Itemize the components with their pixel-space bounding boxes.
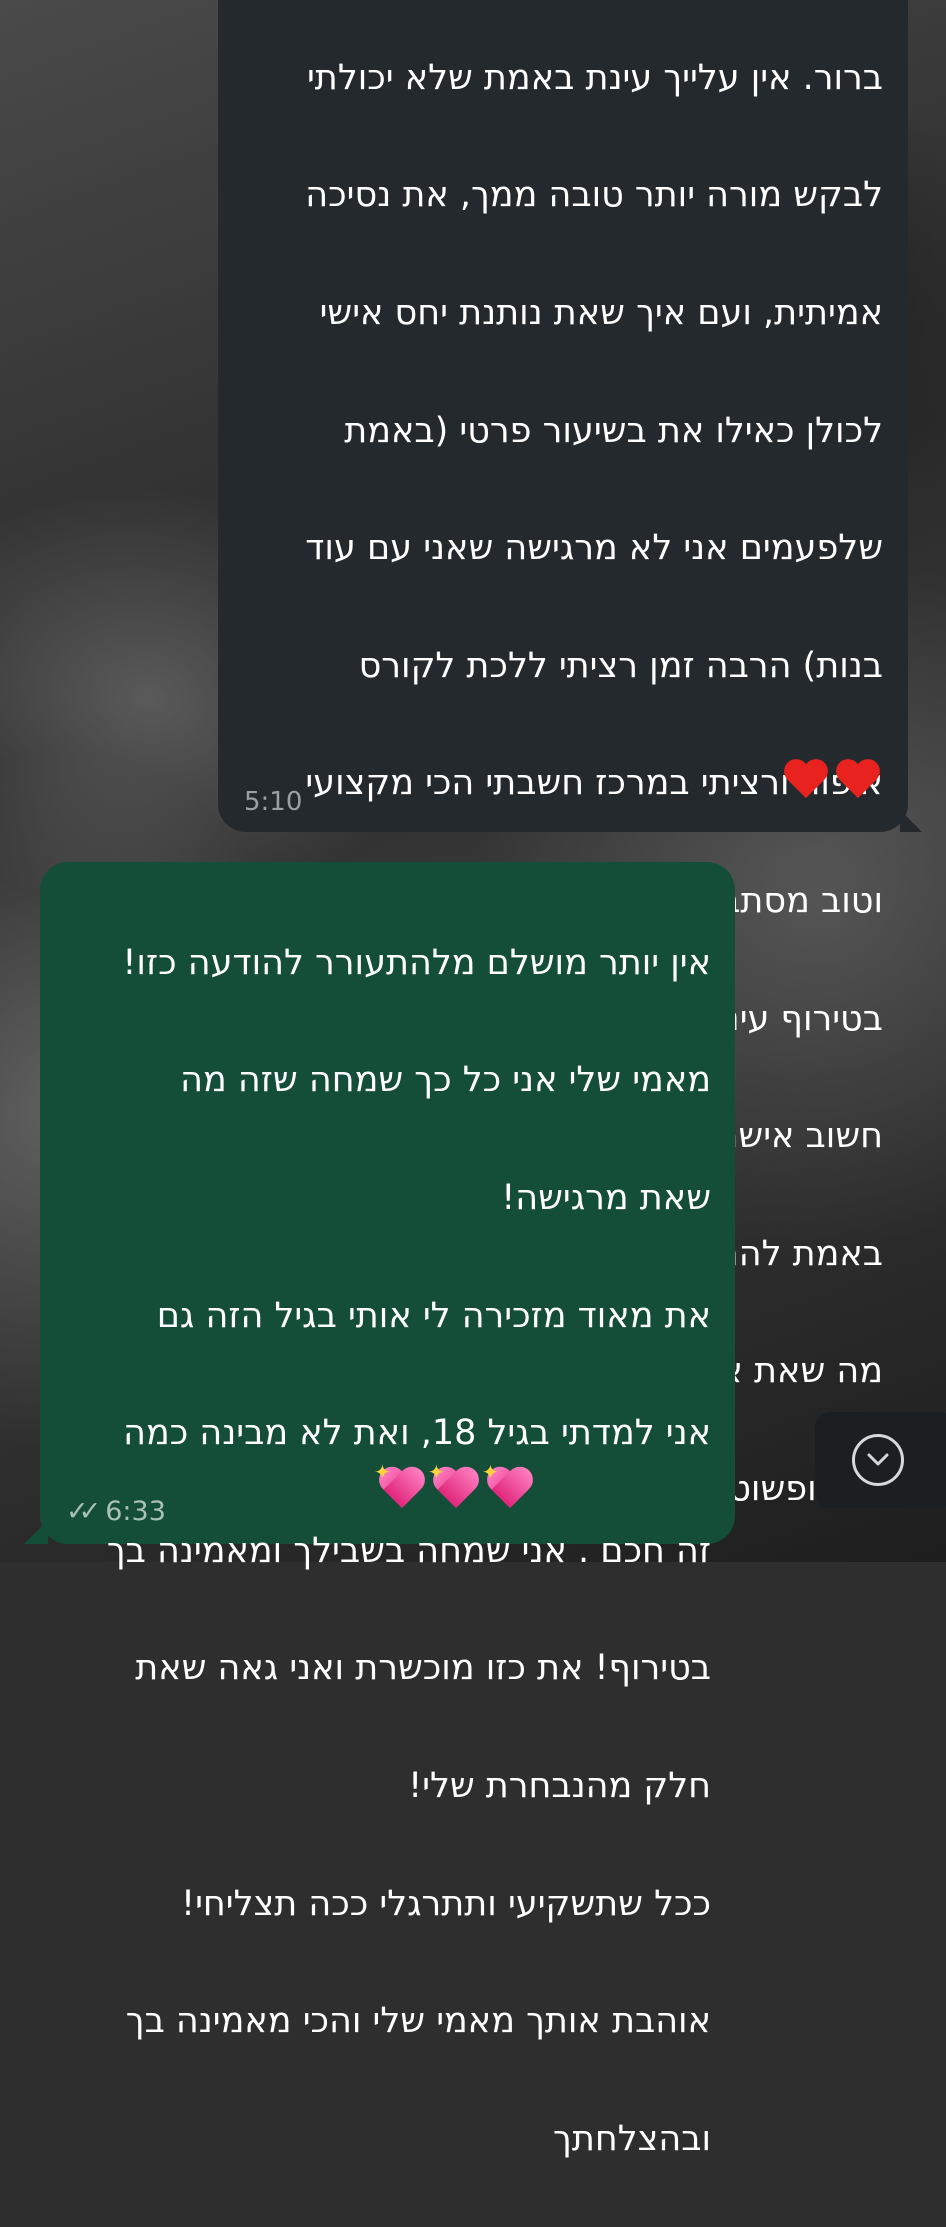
message-line: לכולן כאילו את בשיעור פרטי (באמת bbox=[344, 410, 883, 451]
message-line: מאמי שלי אני כל כך שמחה שזה מה bbox=[180, 1060, 711, 1101]
message-timestamp: 6:33 bbox=[105, 1496, 166, 1527]
message-line: ברור. אין עלייך עינת באמת שלא יכולתי bbox=[306, 57, 883, 98]
red-heart-icon bbox=[836, 758, 880, 802]
emoji-row: ✦ ✦ ✦ bbox=[374, 1462, 534, 1512]
scroll-to-bottom-button[interactable] bbox=[815, 1412, 946, 1508]
incoming-message-bubble[interactable]: ברור. אין עלייך עינת באמת שלא יכולתי לבק… bbox=[218, 0, 922, 1509]
message-line: שאת מרגישה! bbox=[501, 1177, 711, 1218]
bubble-tail bbox=[24, 1520, 48, 1544]
message-line: אני למדתי בגיל 18, ואת לא מבינה כמה bbox=[123, 1413, 711, 1454]
message-meta: ✓✓ 6:33 bbox=[66, 1496, 166, 1528]
bubble-tail bbox=[900, 810, 922, 832]
read-receipt-icon: ✓✓ bbox=[66, 1496, 101, 1527]
message-line: שלפעמים אני לא מרגישה שאני עם עוד bbox=[305, 528, 883, 569]
message-line: ככל שתשקיעי ותתרגלי ככה תצליחי! bbox=[181, 1883, 711, 1924]
sparkling-heart-icon: ✦ bbox=[428, 1462, 480, 1512]
outgoing-message-bubble[interactable]: אין יותר מושלם מלהתעורר להודעה כזו! מאמי… bbox=[24, 862, 735, 2159]
message-line: את מאוד מזכירה לי אותי בגיל הזה גם bbox=[156, 1295, 711, 1336]
message-line: אמיתית, ועם איך שאת נותנת יחס אישי bbox=[319, 292, 883, 333]
red-heart-icon bbox=[784, 758, 828, 802]
sparkling-heart-icon: ✦ bbox=[482, 1462, 534, 1512]
message-line: אוהבת אותך מאמי שלי והכי מאמינה בך bbox=[125, 2001, 711, 2042]
emoji-row bbox=[784, 758, 880, 802]
message-line: בטירוף! את כזו מוכשרת ואני גאה שאת bbox=[135, 1648, 711, 1689]
sparkling-heart-icon: ✦ bbox=[374, 1462, 426, 1512]
message-line: ובהצלחתך bbox=[553, 2118, 711, 2159]
message-line: אין יותר מושלם מלהתעורר להודעה כזו! bbox=[122, 942, 711, 983]
message-line: חלק מהנבחרת שלי! bbox=[408, 1765, 711, 1806]
message-line: זה חכם . אני שמחה בשבילך ומאמינה בך bbox=[106, 1530, 711, 1571]
outgoing-message-text: אין יותר מושלם מלהתעורר להודעה כזו! מאמי… bbox=[60, 875, 711, 2227]
message-timestamp: 5:10 bbox=[244, 787, 303, 817]
message-line: לבקש מורה יותר טובה ממך, את נסיכה bbox=[305, 175, 883, 216]
message-line: בנות) הרבה זמן רציתי ללכת לקורס bbox=[358, 645, 883, 686]
chevron-down-icon bbox=[852, 1434, 904, 1486]
